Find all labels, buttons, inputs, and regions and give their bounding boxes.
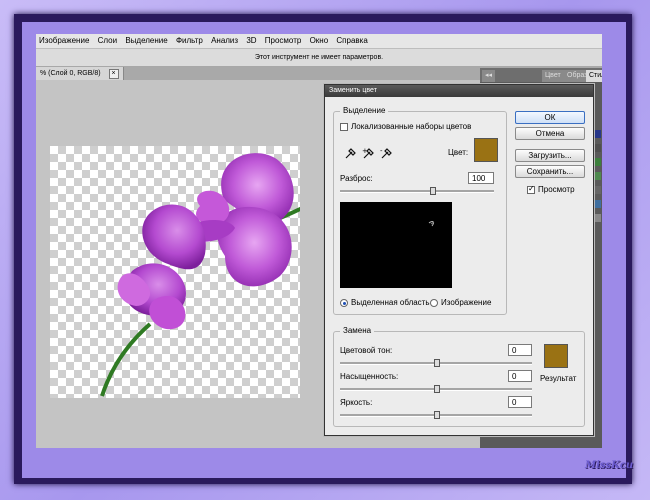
- localized-colors-checkbox[interactable]: [340, 122, 348, 131]
- eyedropper-icon[interactable]: [345, 148, 356, 159]
- watermark: MissKcu: [585, 460, 634, 471]
- lightness-slider-thumb[interactable]: [434, 411, 440, 419]
- preview-mode-selection[interactable]: Выделенная область: [340, 298, 430, 307]
- localized-colors-row[interactable]: Локализованные наборы цветов: [340, 122, 471, 131]
- menu-3d[interactable]: 3D: [243, 34, 259, 48]
- save-button[interactable]: Сохранить...: [515, 165, 585, 178]
- fuzziness-slider[interactable]: [340, 187, 494, 195]
- eyedropper-tools: + -: [345, 147, 392, 159]
- ok-button[interactable]: ОК: [515, 111, 585, 124]
- load-button[interactable]: Загрузить...: [515, 149, 585, 162]
- lightness-label: Яркость:: [340, 398, 373, 407]
- preview-checkbox[interactable]: [527, 184, 535, 194]
- fuzziness-input[interactable]: 100: [468, 172, 494, 184]
- selection-color-swatch[interactable]: [474, 138, 498, 162]
- result-color-swatch[interactable]: [544, 344, 568, 368]
- fuzziness-slider-thumb[interactable]: [430, 187, 437, 195]
- radio-image[interactable]: [430, 298, 438, 307]
- saturation-slider[interactable]: [340, 385, 532, 393]
- selection-preview: [340, 202, 452, 288]
- eyedropper-minus-icon[interactable]: -: [380, 147, 392, 159]
- hue-slider[interactable]: [340, 359, 532, 367]
- replacement-group: Замена Цветовой тон: 0 Насыщенность: 0 Я…: [333, 326, 585, 427]
- fuzziness-label: Разброс:: [340, 174, 373, 183]
- menu-bar: Изображение Слои Выделение Фильтр Анализ…: [36, 34, 602, 49]
- saturation-label: Насыщенность:: [340, 372, 399, 381]
- panel-tabs: ◂◂ Цвет Образцы Стили: [480, 68, 602, 82]
- menu-filter[interactable]: Фильтр: [173, 34, 206, 48]
- replace-color-dialog: Заменить цвет Выделение Локализованные н…: [324, 84, 594, 436]
- menu-view[interactable]: Просмотр: [262, 34, 305, 48]
- tab-color[interactable]: Цвет: [542, 70, 564, 82]
- document-tab[interactable]: % (Слой 0, RGB/8) ×: [36, 67, 124, 80]
- tab-styles[interactable]: Стили: [586, 70, 602, 82]
- hue-slider-thumb[interactable]: [434, 359, 440, 367]
- options-bar: Этот инструмент не имеет параметров.: [36, 49, 602, 67]
- preview-mode-image[interactable]: Изображение: [430, 298, 491, 307]
- canvas[interactable]: [50, 146, 323, 398]
- document-tab-label: % (Слой 0, RGB/8): [40, 70, 101, 77]
- saturation-slider-thumb[interactable]: [434, 385, 440, 393]
- radio-image-label: Изображение: [441, 298, 492, 307]
- hue-label: Цветовой тон:: [340, 346, 393, 355]
- radio-selection[interactable]: [340, 298, 348, 307]
- menu-image[interactable]: Изображение: [36, 34, 92, 48]
- svg-text:-: -: [380, 147, 383, 155]
- replacement-group-label: Замена: [340, 326, 375, 335]
- cancel-button[interactable]: Отмена: [515, 127, 585, 140]
- dialog-title: Заменить цвет: [325, 85, 593, 97]
- localized-colors-label: Локализованные наборы цветов: [351, 122, 472, 131]
- lightness-slider[interactable]: [340, 411, 532, 419]
- selection-group: Выделение Локализованные наборы цветов +…: [333, 106, 507, 315]
- hue-input[interactable]: 0: [508, 344, 532, 356]
- selection-group-label: Выделение: [340, 106, 389, 115]
- menu-window[interactable]: Окно: [307, 34, 332, 48]
- svg-text:+: +: [362, 147, 368, 155]
- options-bar-text: Этот инструмент не имеет параметров.: [254, 54, 384, 61]
- eyedropper-plus-icon[interactable]: +: [362, 147, 374, 159]
- radio-selection-label: Выделенная область: [351, 298, 430, 307]
- menu-layers[interactable]: Слои: [95, 34, 120, 48]
- menu-help[interactable]: Справка: [333, 34, 370, 48]
- saturation-input[interactable]: 0: [508, 370, 532, 382]
- preview-mask: [428, 221, 435, 227]
- result-label: Результат: [540, 374, 577, 383]
- lightness-input[interactable]: 0: [508, 396, 532, 408]
- panel-collapse-icon[interactable]: ◂◂: [482, 70, 496, 82]
- close-icon[interactable]: ×: [108, 69, 119, 79]
- preview-toggle[interactable]: Просмотр: [527, 184, 575, 194]
- menu-select[interactable]: Выделение: [122, 34, 170, 48]
- preview-label: Просмотр: [538, 185, 575, 194]
- menu-analysis[interactable]: Анализ: [208, 34, 241, 48]
- sweet-pea-flower-image: [100, 153, 323, 397]
- color-label: Цвет:: [448, 148, 469, 157]
